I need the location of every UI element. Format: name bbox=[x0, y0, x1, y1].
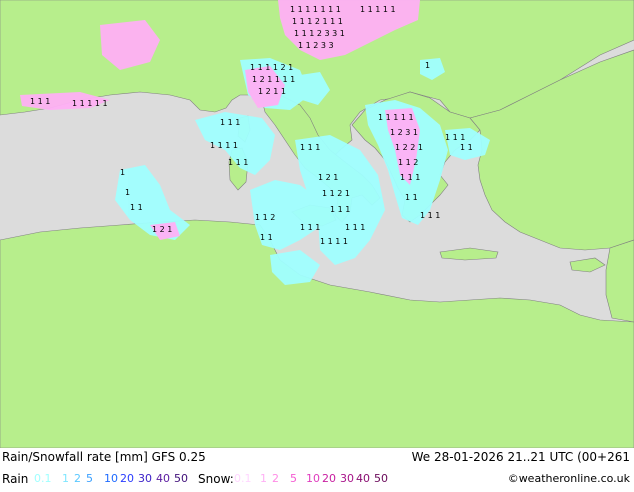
svg-text:1 1 1: 1 1 1 bbox=[400, 173, 420, 182]
svg-text:1 2 1: 1 2 1 bbox=[152, 225, 172, 234]
forecast-datetime: We 28-01-2026 21..21 UTC (00+261 bbox=[411, 450, 630, 464]
rain-legend-value: 40 bbox=[156, 472, 170, 485]
svg-text:1: 1 bbox=[425, 61, 430, 70]
svg-text:1 1 1: 1 1 1 bbox=[30, 97, 50, 106]
rain-legend-value: 2 bbox=[74, 472, 81, 485]
svg-text:1 1 1: 1 1 1 bbox=[300, 223, 320, 232]
svg-text:1 1 1: 1 1 1 bbox=[420, 211, 440, 220]
legend-row: Rain 0.1 1 2 5 10 20 30 40 50 Snow: 0.1 … bbox=[0, 472, 634, 492]
svg-text:1 1 1: 1 1 1 bbox=[445, 133, 465, 142]
svg-text:1 1 1: 1 1 1 bbox=[220, 118, 240, 127]
svg-text:1 1 1 2 1 1 1: 1 1 1 2 1 1 1 bbox=[292, 17, 343, 26]
snow-legend-value: 50 bbox=[374, 472, 388, 485]
svg-text:1 1 1 1: 1 1 1 1 bbox=[210, 141, 238, 150]
svg-text:1 2 1 1 1 1: 1 2 1 1 1 1 bbox=[252, 75, 295, 84]
svg-text:1 2 2 1: 1 2 2 1 bbox=[395, 143, 423, 152]
snow-legend-value: 10 bbox=[306, 472, 320, 485]
rain-legend-value: 0.1 bbox=[34, 472, 52, 485]
svg-text:1 1: 1 1 bbox=[260, 233, 273, 242]
svg-text:1 1 1 1 1: 1 1 1 1 1 bbox=[378, 113, 414, 122]
svg-text:1 1 1: 1 1 1 bbox=[228, 158, 248, 167]
rain-legend-value: 1 bbox=[62, 472, 69, 485]
svg-text:1 1 2: 1 1 2 bbox=[255, 213, 275, 222]
svg-text:1 2 1: 1 2 1 bbox=[318, 173, 338, 182]
rain-legend-value: 10 bbox=[104, 472, 118, 485]
snow-legend-value: 30 bbox=[340, 472, 354, 485]
svg-text:1 1: 1 1 bbox=[405, 193, 418, 202]
svg-text:1: 1 bbox=[125, 188, 130, 197]
rain-legend-value: 50 bbox=[174, 472, 188, 485]
svg-text:1 1 1 1 1: 1 1 1 1 1 bbox=[360, 5, 396, 14]
snow-legend-label: Snow: bbox=[198, 472, 234, 486]
svg-text:1 1 1 1 1 1 1: 1 1 1 1 1 1 1 bbox=[290, 5, 341, 14]
svg-text:1 1 1 1 1: 1 1 1 1 1 bbox=[72, 99, 108, 108]
snow-legend-value: 40 bbox=[356, 472, 370, 485]
svg-text:1 1 2 1: 1 1 2 1 bbox=[322, 189, 350, 198]
land-levant bbox=[605, 239, 634, 323]
svg-text:1 1: 1 1 bbox=[460, 143, 473, 152]
credit-link[interactable]: ©weatheronline.co.uk bbox=[508, 472, 630, 485]
svg-text:1 1 1: 1 1 1 bbox=[300, 143, 320, 152]
snow-legend-value: 5 bbox=[290, 472, 297, 485]
snow-legend-value: 2 bbox=[272, 472, 279, 485]
rain-legend-value: 5 bbox=[86, 472, 93, 485]
svg-text:1 1 2 3 3: 1 1 2 3 3 bbox=[298, 41, 334, 50]
weather-map: 1 1 1 1 1 1 1 1 1 1 2 1 1 1 1 1 1 2 3 3 … bbox=[0, 0, 634, 448]
snow-legend-value: 0.1 bbox=[234, 472, 252, 485]
svg-text:1 2 1 1: 1 2 1 1 bbox=[258, 87, 286, 96]
rain-legend-value: 20 bbox=[120, 472, 134, 485]
svg-text:1: 1 bbox=[120, 168, 125, 177]
footer: Rain/Snowfall rate [mm] GFS 0.25 We 28-0… bbox=[0, 448, 634, 490]
svg-text:1 2 3 1: 1 2 3 1 bbox=[390, 128, 418, 137]
svg-text:1 1 1: 1 1 1 bbox=[345, 223, 365, 232]
rain-legend-label: Rain bbox=[2, 472, 29, 486]
rain-legend-value: 30 bbox=[138, 472, 152, 485]
svg-text:1 1 2: 1 1 2 bbox=[398, 158, 418, 167]
snow-legend-value: 20 bbox=[322, 472, 336, 485]
svg-text:1 1 1: 1 1 1 bbox=[330, 205, 350, 214]
map-canvas: 1 1 1 1 1 1 1 1 1 1 2 1 1 1 1 1 1 2 3 3 … bbox=[0, 0, 634, 448]
svg-text:1 1 1 2 3 3 1: 1 1 1 2 3 3 1 bbox=[294, 29, 345, 38]
svg-text:1 1: 1 1 bbox=[130, 203, 143, 212]
footer-title-row: Rain/Snowfall rate [mm] GFS 0.25 We 28-0… bbox=[0, 450, 634, 470]
snow-legend-value: 1 bbox=[260, 472, 267, 485]
svg-text:1 1 1 1 2 1: 1 1 1 1 2 1 bbox=[250, 63, 293, 72]
map-title: Rain/Snowfall rate [mm] GFS 0.25 bbox=[2, 450, 206, 464]
svg-text:1 1 1 1: 1 1 1 1 bbox=[320, 237, 348, 246]
